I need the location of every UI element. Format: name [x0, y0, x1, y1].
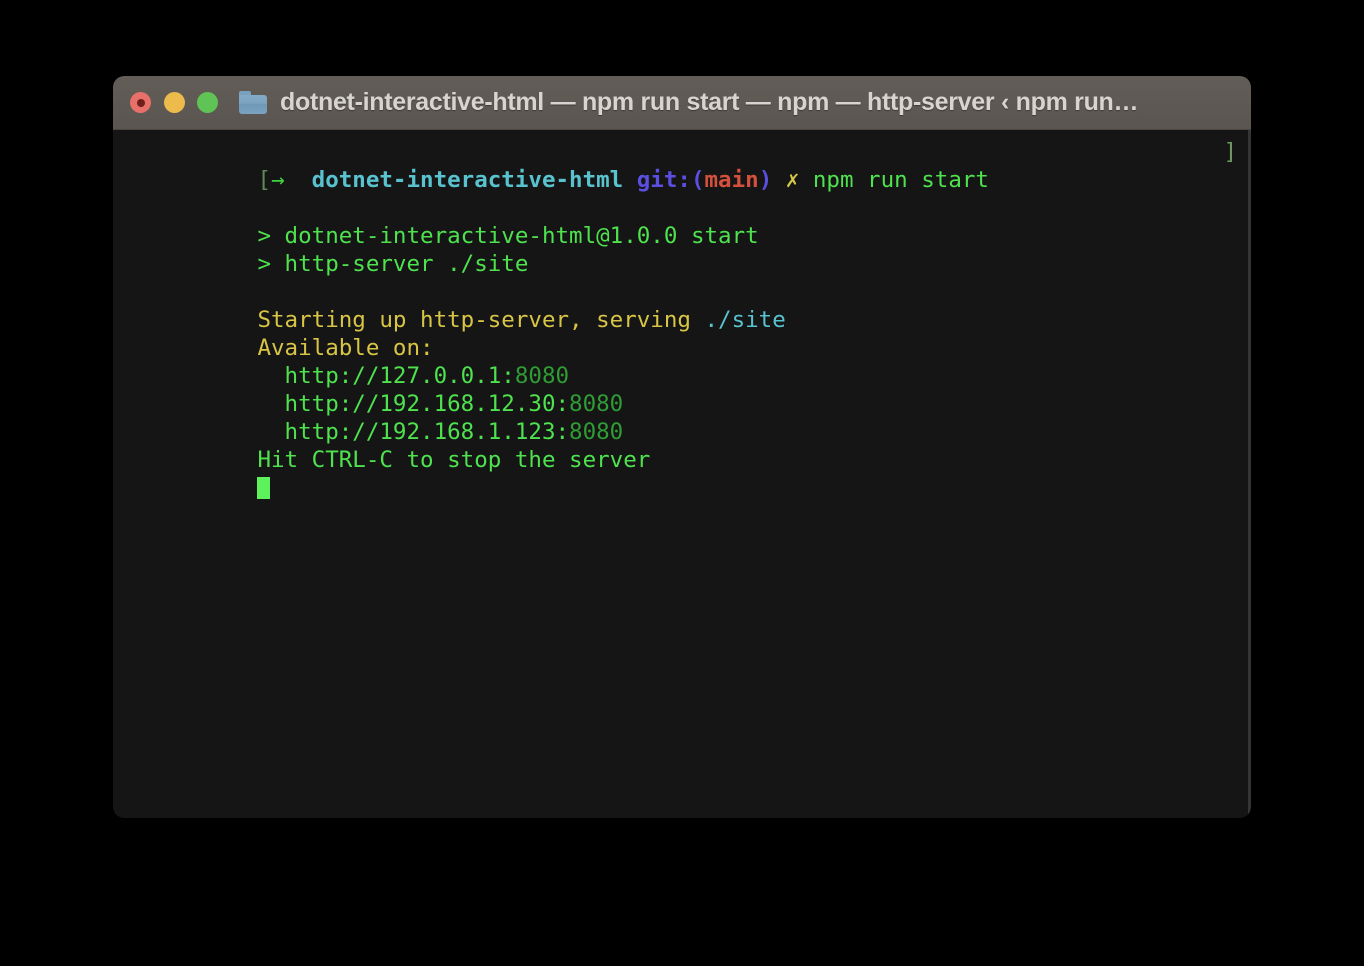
server-url-2-host[interactable]: http://192.168.12.30: — [257, 391, 569, 417]
prompt-space-4 — [799, 167, 813, 193]
server-starting-line: Starting up http-server, serving ./site — [122, 278, 1251, 306]
window-title: dotnet-interactive-html — npm run start … — [280, 88, 1138, 117]
prompt-arrow-icon: → — [271, 167, 285, 193]
maximize-button[interactable] — [197, 92, 218, 113]
server-url-2-port[interactable]: 8080 — [569, 391, 623, 417]
prompt-git-branch: main — [705, 167, 759, 193]
stop-hint-text: Hit CTRL-C to stop the server — [257, 447, 650, 473]
server-url-3-host[interactable]: http://192.168.1.123: — [257, 419, 569, 445]
window-titlebar[interactable]: dotnet-interactive-html — npm run start … — [113, 76, 1251, 130]
folder-icon-body — [239, 95, 267, 115]
prompt-status-mark-icon: ✗ — [786, 167, 800, 193]
prompt-right-bracket: ] — [1223, 138, 1237, 166]
prompt-left-bracket: [ — [257, 167, 271, 193]
server-url-1-port[interactable]: 8080 — [515, 363, 569, 389]
prompt-space-3 — [772, 167, 786, 193]
folder-icon — [239, 91, 267, 114]
server-url-3-port[interactable]: 8080 — [569, 419, 623, 445]
terminal-window: dotnet-interactive-html — npm run start … — [113, 76, 1251, 818]
prompt-space-1 — [285, 167, 312, 193]
close-button[interactable] — [130, 92, 151, 113]
screen: dotnet-interactive-html — npm run start … — [0, 0, 1364, 966]
minimize-button[interactable] — [164, 92, 185, 113]
terminal-cursor — [257, 477, 270, 499]
server-starting-text: Starting up http-server, serving — [257, 307, 704, 333]
available-on-text: Available on: — [257, 335, 433, 361]
close-icon — [137, 99, 145, 107]
npm-package-line: > dotnet-interactive-html@1.0.0 start — [122, 194, 1251, 222]
server-serving-path: ./site — [705, 307, 786, 333]
npm-package-text: > dotnet-interactive-html@1.0.0 start — [257, 223, 758, 249]
window-controls — [130, 92, 218, 113]
terminal-output: [→ dotnet-interactive-html git:(main) ✗ … — [113, 138, 1251, 474]
prompt-line: [→ dotnet-interactive-html git:(main) ✗ … — [122, 138, 1251, 166]
server-url-1-host[interactable]: http://127.0.0.1: — [257, 363, 514, 389]
prompt-git-prefix: git:( — [637, 167, 705, 193]
prompt-command: npm run start — [813, 167, 989, 193]
prompt-git-suffix: ) — [759, 167, 773, 193]
terminal-body[interactable]: [→ dotnet-interactive-html git:(main) ✗ … — [113, 130, 1251, 818]
prompt-space-2 — [623, 167, 637, 193]
prompt-directory: dotnet-interactive-html — [312, 167, 624, 193]
npm-command-text: > http-server ./site — [257, 251, 528, 277]
